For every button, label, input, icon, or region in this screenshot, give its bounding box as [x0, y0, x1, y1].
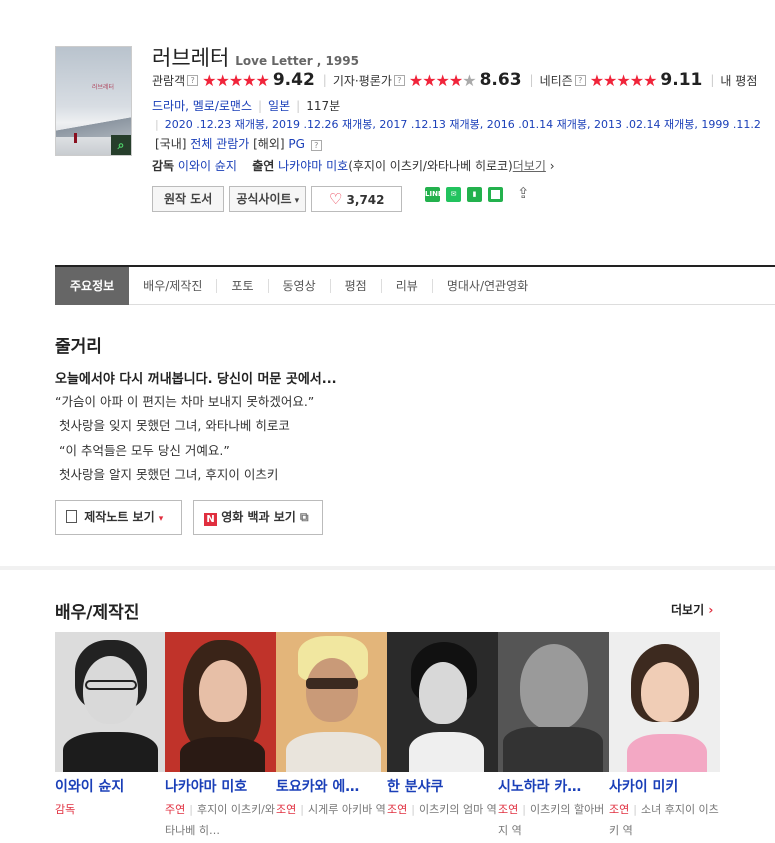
cast-photo[interactable] — [165, 632, 276, 772]
help-icon[interactable]: ? — [574, 74, 586, 86]
cast-name[interactable]: 토요카와 에… — [276, 776, 387, 796]
share-icons: LINE ✉ ▮ ⇪ — [425, 186, 533, 202]
audience-score: 9.42 — [272, 70, 315, 90]
zoom-icon[interactable]: ⌕ — [111, 135, 131, 155]
netizen-stars: ★★★★★ — [589, 70, 658, 90]
poster-mountains — [56, 117, 131, 137]
genre-links[interactable]: 드라마, 멜로/로맨스 — [152, 99, 252, 113]
cast-photo[interactable] — [387, 632, 498, 772]
cast-card[interactable]: 시노하라 카… 조연 | 이츠키의 할아버지 역 — [498, 632, 609, 841]
rating-grade: [국내] 전체 관람가 [해외] PG ? — [155, 135, 326, 152]
cast-photo[interactable] — [55, 632, 166, 772]
cast-photo[interactable] — [498, 632, 609, 772]
share-icon[interactable]: ⇪ — [517, 186, 533, 202]
cast-role: 주연 | 후지이 이츠키/와타나베 히… — [165, 803, 276, 837]
synopsis-line: 첫사랑을 알지 못했던 그녀, 후지이 이츠키 — [59, 467, 279, 482]
production-note-button[interactable]: 제작노트 보기 ▾ — [55, 500, 182, 535]
original-book-button[interactable]: 원작 도서 — [152, 186, 225, 212]
release-date-list[interactable]: 2020 .12.23 재개봉, 2019 .12.26 재개봉, 2017 .… — [165, 118, 761, 131]
cast-more-link[interactable]: 더보기 › — [671, 601, 713, 618]
chevron-right-icon: › — [545, 159, 555, 173]
cast-link[interactable]: 나카야마 미호 — [278, 159, 348, 173]
audience-stars: ★★★★★ — [202, 70, 270, 90]
cast-card[interactable]: 나카야마 미호 주연 | 후지이 이츠키/와타나베 히… — [165, 632, 276, 841]
tab-bar: 주요정보 배우/제작진 포토 동영상 평점 리뷰 명대사/연관영화 — [55, 265, 775, 305]
tab-quotes[interactable]: 명대사/연관영화 — [431, 278, 542, 293]
movie-poster[interactable]: 러브레터 ⌕ — [55, 46, 132, 156]
intl-grade-link[interactable]: PG — [288, 137, 305, 151]
divider: | — [322, 73, 327, 87]
official-site-button[interactable]: 공식사이트 ▾ — [229, 186, 307, 212]
movie-title: 러브레터 Love Letter , 1995 — [152, 42, 359, 72]
cast-card[interactable]: 사카이 미키 조연 | 소녀 후지이 이츠키 역 — [609, 632, 720, 841]
release-dates: | 2020 .12.23 재개봉, 2019 .12.26 재개봉, 2017 … — [155, 118, 761, 131]
poster-title-art: 러브레터 — [92, 84, 115, 91]
tab-video[interactable]: 동영상 — [267, 278, 330, 293]
title-korean: 러브레터 — [152, 46, 230, 70]
square-icon[interactable] — [488, 186, 503, 202]
kakao-icon[interactable]: ✉ — [446, 186, 461, 202]
cast-role: 감독 — [55, 803, 76, 816]
cast-card[interactable]: 토요카와 에… 조연 | 시게루 아키바 역 — [276, 632, 387, 820]
kr-grade-link[interactable]: 전체 관람가 — [190, 137, 249, 151]
cast-section-title: 배우/제작진 — [55, 603, 140, 623]
credits-more-link[interactable]: 더보기 — [513, 159, 546, 173]
tab-photo[interactable]: 포토 — [216, 278, 267, 293]
my-rating-link[interactable]: 내 평점 — [720, 72, 757, 89]
naver-icon: N — [204, 513, 217, 526]
cast-name[interactable]: 사카이 미키 — [609, 776, 720, 796]
rating-label-netizen: 네티즌 — [539, 73, 573, 88]
tab-review[interactable]: 리뷰 — [380, 278, 432, 293]
cast-photo[interactable] — [276, 632, 387, 772]
rating-label-audience: 관람객 — [152, 73, 186, 88]
line-icon[interactable]: LINE — [425, 186, 443, 202]
divider: | — [529, 73, 534, 87]
cast-role: 조연 | 시게루 아키바 역 — [276, 803, 386, 816]
country-link[interactable]: 일본 — [268, 99, 290, 113]
title-english: Love Letter , 1995 — [235, 54, 359, 68]
cast-role: 조연 | 소녀 후지이 이츠키 역 — [609, 803, 719, 837]
external-link-icon: ⧉ — [299, 510, 309, 524]
ratings-row: 관람객 ? ★★★★★ 9.42 | 기자·평론가 ? ★★★★★ 8.63 |… — [152, 70, 775, 90]
encyclopedia-button[interactable]: N 영화 백과 보기 ⧉ — [193, 500, 323, 535]
cast-role: 조연 | 이츠키의 할아버지 역 — [498, 803, 605, 837]
cast-name[interactable]: 나카야마 미호 — [165, 776, 276, 796]
cast-card[interactable]: 한 분샤쿠 조연 | 이츠키의 엄마 역 — [387, 632, 498, 820]
caret-down-icon: ▾ — [291, 196, 300, 206]
cast-name[interactable]: 한 분샤쿠 — [387, 776, 498, 796]
heart-icon: ♡ — [328, 190, 343, 208]
genre-row: 드라마, 멜로/로맨스 | 일본 | 117분 — [152, 99, 341, 113]
runtime: 117분 — [306, 99, 341, 113]
synopsis-line: “이 추억들은 모두 당신 거예요.” — [59, 443, 230, 458]
help-icon[interactable]: ? — [393, 74, 405, 86]
action-buttons: 원작 도서 공식사이트 ▾ ♡ 3,742 — [152, 186, 403, 212]
synopsis-line: “가슴이 아파 이 편지는 차마 보내지 못하겠어요.” — [55, 394, 315, 409]
synopsis-headline: 오늘에서야 다시 꺼내봅니다. 당신이 머문 곳에서... — [55, 372, 337, 387]
document-icon — [66, 510, 77, 523]
poster-figure — [74, 133, 77, 143]
cast-name[interactable]: 이와이 슌지 — [55, 776, 166, 796]
divider: | — [710, 73, 715, 87]
like-button[interactable]: ♡ 3,742 — [311, 186, 403, 212]
cast-name[interactable]: 시노하라 카… — [498, 776, 609, 796]
critics-score: 8.63 — [479, 70, 522, 90]
cast-role-text: (후지이 이츠키/와타나베 히로코) — [348, 159, 513, 173]
help-icon[interactable]: ? — [310, 140, 322, 151]
help-icon[interactable]: ? — [187, 74, 199, 86]
tab-cast[interactable]: 배우/제작진 — [129, 279, 216, 293]
tab-rating[interactable]: 평점 — [329, 278, 381, 293]
synopsis-line: 첫사랑을 잊지 못했던 그녀, 와타나베 히로코 — [59, 418, 290, 433]
section-divider — [0, 566, 775, 570]
cast-role: 조연 | 이츠키의 엄마 역 — [387, 803, 497, 816]
rating-label-critics: 기자·평론가 — [332, 73, 392, 88]
tab-main-info[interactable]: 주요정보 — [55, 266, 130, 305]
critics-stars: ★★★★★ — [408, 70, 477, 90]
director-link[interactable]: 이와이 슌지 — [178, 159, 237, 173]
credits-row: 감독 이와이 슌지 출연 나카야마 미호(후지이 이츠키/와타나베 히로코)더보… — [152, 159, 555, 173]
netizen-score: 9.11 — [660, 70, 703, 90]
cast-card[interactable]: 이와이 슌지 감독 — [55, 632, 166, 820]
cast-photo[interactable] — [609, 632, 720, 772]
bookmark-icon[interactable]: ▮ — [467, 186, 482, 202]
synopsis-title: 줄거리 — [55, 337, 102, 357]
